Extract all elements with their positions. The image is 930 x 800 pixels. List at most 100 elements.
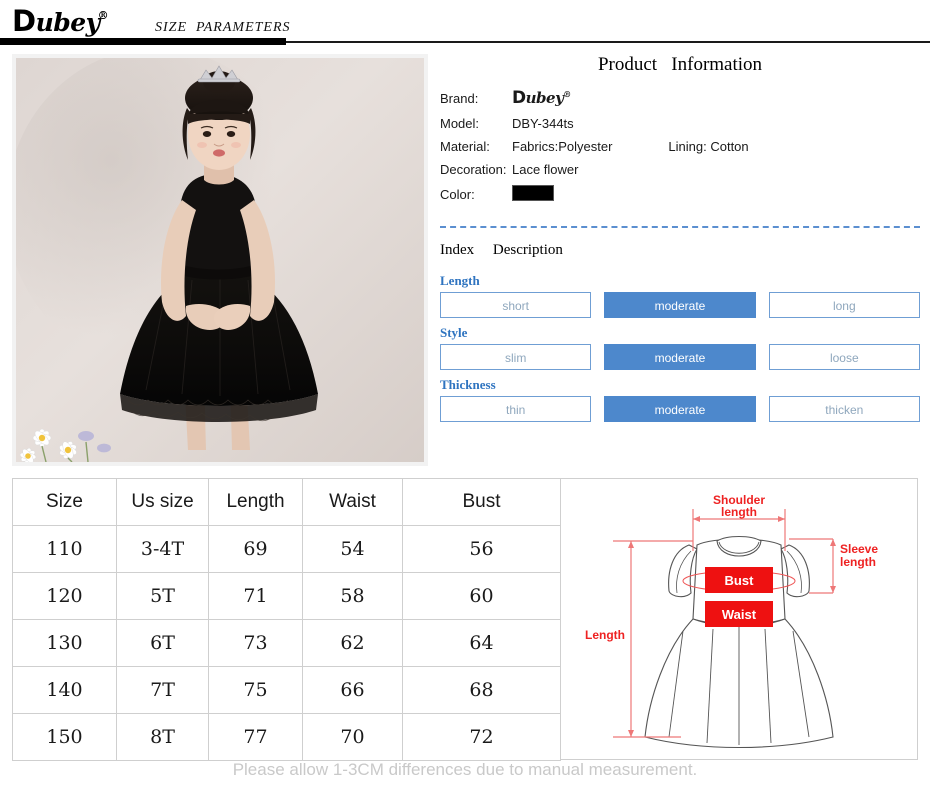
cell-waist: 54 [302, 525, 403, 573]
brand-logo-small: Dubey® [512, 88, 571, 108]
brand-logo-initial: D [12, 4, 36, 38]
option-style-moderate[interactable]: moderate [604, 344, 756, 370]
option-group-thickness: Thickness thin moderate thicken [440, 377, 920, 422]
info-value-fabrics: Fabrics:Polyester [512, 139, 613, 154]
option-row-style: slim moderate loose [440, 344, 920, 370]
option-row-thickness: thin moderate thicken [440, 396, 920, 422]
dashed-divider [440, 226, 920, 228]
column-header-bust: Bust [402, 478, 561, 526]
dress-measurement-illustration: Shoulder length Sleeve length Length Bus… [561, 479, 917, 759]
info-label-brand: Brand: [440, 90, 479, 106]
cell-size: 150 [12, 713, 117, 761]
cell-size: 130 [12, 619, 117, 667]
option-thickness-thicken[interactable]: thicken [768, 396, 920, 422]
info-label-material: Material: [440, 139, 490, 154]
measurement-diagram: Shoulder length Sleeve length Length Bus… [561, 478, 918, 760]
cell-size: 140 [12, 666, 117, 714]
table-row: 150 8T 77 70 72 [12, 713, 561, 761]
cell-us-size: 8T [116, 713, 209, 761]
page-header: Dubey® SIZE PARAMETERS [0, 0, 930, 45]
header-rule-thin [286, 41, 930, 43]
table-row: 120 5T 71 58 60 [12, 572, 561, 620]
page-title: SIZE PARAMETERS [155, 20, 291, 35]
cell-bust: 72 [402, 713, 561, 761]
info-row-color: Color: [440, 185, 920, 204]
option-length-short[interactable]: short [440, 292, 592, 318]
cell-us-size: 5T [116, 572, 209, 620]
footer-disclaimer: Please allow 1-3CM differences due to ma… [232, 760, 698, 779]
info-row-decoration: Decoration: Lace flower [440, 162, 920, 177]
label-length: Length [585, 628, 625, 642]
option-length-long[interactable]: long [768, 292, 920, 318]
cell-waist: 62 [302, 619, 403, 667]
option-style-loose[interactable]: loose [768, 344, 920, 370]
info-label-model: Model: [440, 116, 480, 131]
cell-waist: 58 [302, 572, 403, 620]
info-value-decoration: Lace flower [512, 162, 579, 177]
label-bust: Bust [725, 573, 755, 588]
option-row-length: short moderate long [440, 292, 920, 318]
column-header-size: Size [12, 478, 117, 526]
cell-bust: 56 [402, 525, 561, 573]
info-value-material: Fabrics:Polyester Lining: Cotton [512, 139, 920, 154]
brand-logo-small-text: ubey [525, 89, 564, 107]
column-header-us-size: Us size [116, 478, 209, 526]
product-info-panel: Product Information Brand: Dubey® Model:… [440, 54, 920, 429]
size-chart-section: Size Us size Length Waist Bust 110 3-4T … [12, 478, 918, 761]
index-description-heading: Index Description [440, 242, 563, 258]
product-photo [12, 54, 428, 466]
cell-bust: 68 [402, 666, 561, 714]
cell-us-size: 3-4T [116, 525, 209, 573]
product-photo-illustration [16, 58, 424, 462]
brand-logo: Dubey® [12, 4, 110, 38]
info-label-color: Color: [440, 187, 475, 202]
cell-waist: 70 [302, 713, 403, 761]
label-sleeve-length-line2: length [840, 555, 876, 569]
table-row: 130 6T 73 62 64 [12, 619, 561, 667]
option-thickness-moderate[interactable]: moderate [604, 396, 756, 422]
option-group-style: Style slim moderate loose [440, 325, 920, 370]
label-waist: Waist [722, 607, 757, 622]
column-header-waist: Waist [302, 478, 403, 526]
option-group-label-length: Length [440, 273, 480, 288]
table-row: 140 7T 75 66 68 [12, 666, 561, 714]
cell-length: 75 [208, 666, 303, 714]
cell-us-size: 6T [116, 619, 209, 667]
cell-waist: 66 [302, 666, 403, 714]
option-group-label-thickness: Thickness [440, 377, 496, 392]
size-table: Size Us size Length Waist Bust 110 3-4T … [12, 478, 561, 761]
cell-size: 120 [12, 572, 117, 620]
table-row: 110 3-4T 69 54 56 [12, 525, 561, 573]
option-style-slim[interactable]: slim [440, 344, 592, 370]
info-value-brand: Dubey® [512, 88, 920, 108]
option-thickness-thin[interactable]: thin [440, 396, 592, 422]
product-info-title: Product Information [597, 54, 763, 75]
option-group-label-style: Style [440, 325, 468, 340]
cell-bust: 64 [402, 619, 561, 667]
cell-length: 71 [208, 572, 303, 620]
cell-length: 69 [208, 525, 303, 573]
cell-size: 110 [12, 525, 117, 573]
brand-logo-small-initial: D [512, 88, 526, 108]
brand-logo-text: ubey [35, 8, 101, 37]
cell-length: 73 [208, 619, 303, 667]
info-value-model: DBY-344ts [512, 116, 574, 131]
color-swatch-black [512, 185, 554, 201]
cell-length: 77 [208, 713, 303, 761]
table-header-row: Size Us size Length Waist Bust [12, 478, 561, 526]
upper-section: Product Information Brand: Dubey® Model:… [0, 44, 930, 466]
label-sleeve-length-line1: Sleeve [840, 542, 878, 556]
info-row-model: Model: DBY-344ts [440, 116, 920, 131]
cell-bust: 60 [402, 572, 561, 620]
info-row-material: Material: Fabrics:Polyester Lining: Cotto… [440, 139, 920, 154]
info-label-decoration: Decoration: [440, 162, 507, 177]
option-group-length: Length short moderate long [440, 273, 920, 318]
registered-mark-icon: ® [97, 8, 109, 22]
info-value-color [512, 185, 920, 204]
info-value-lining: Lining: Cotton [668, 139, 749, 154]
info-row-brand: Brand: Dubey® [440, 88, 920, 108]
column-header-length: Length [208, 478, 303, 526]
label-shoulder-length-line2: length [721, 505, 757, 519]
option-length-moderate[interactable]: moderate [604, 292, 756, 318]
registered-mark-small-icon: ® [563, 89, 571, 99]
